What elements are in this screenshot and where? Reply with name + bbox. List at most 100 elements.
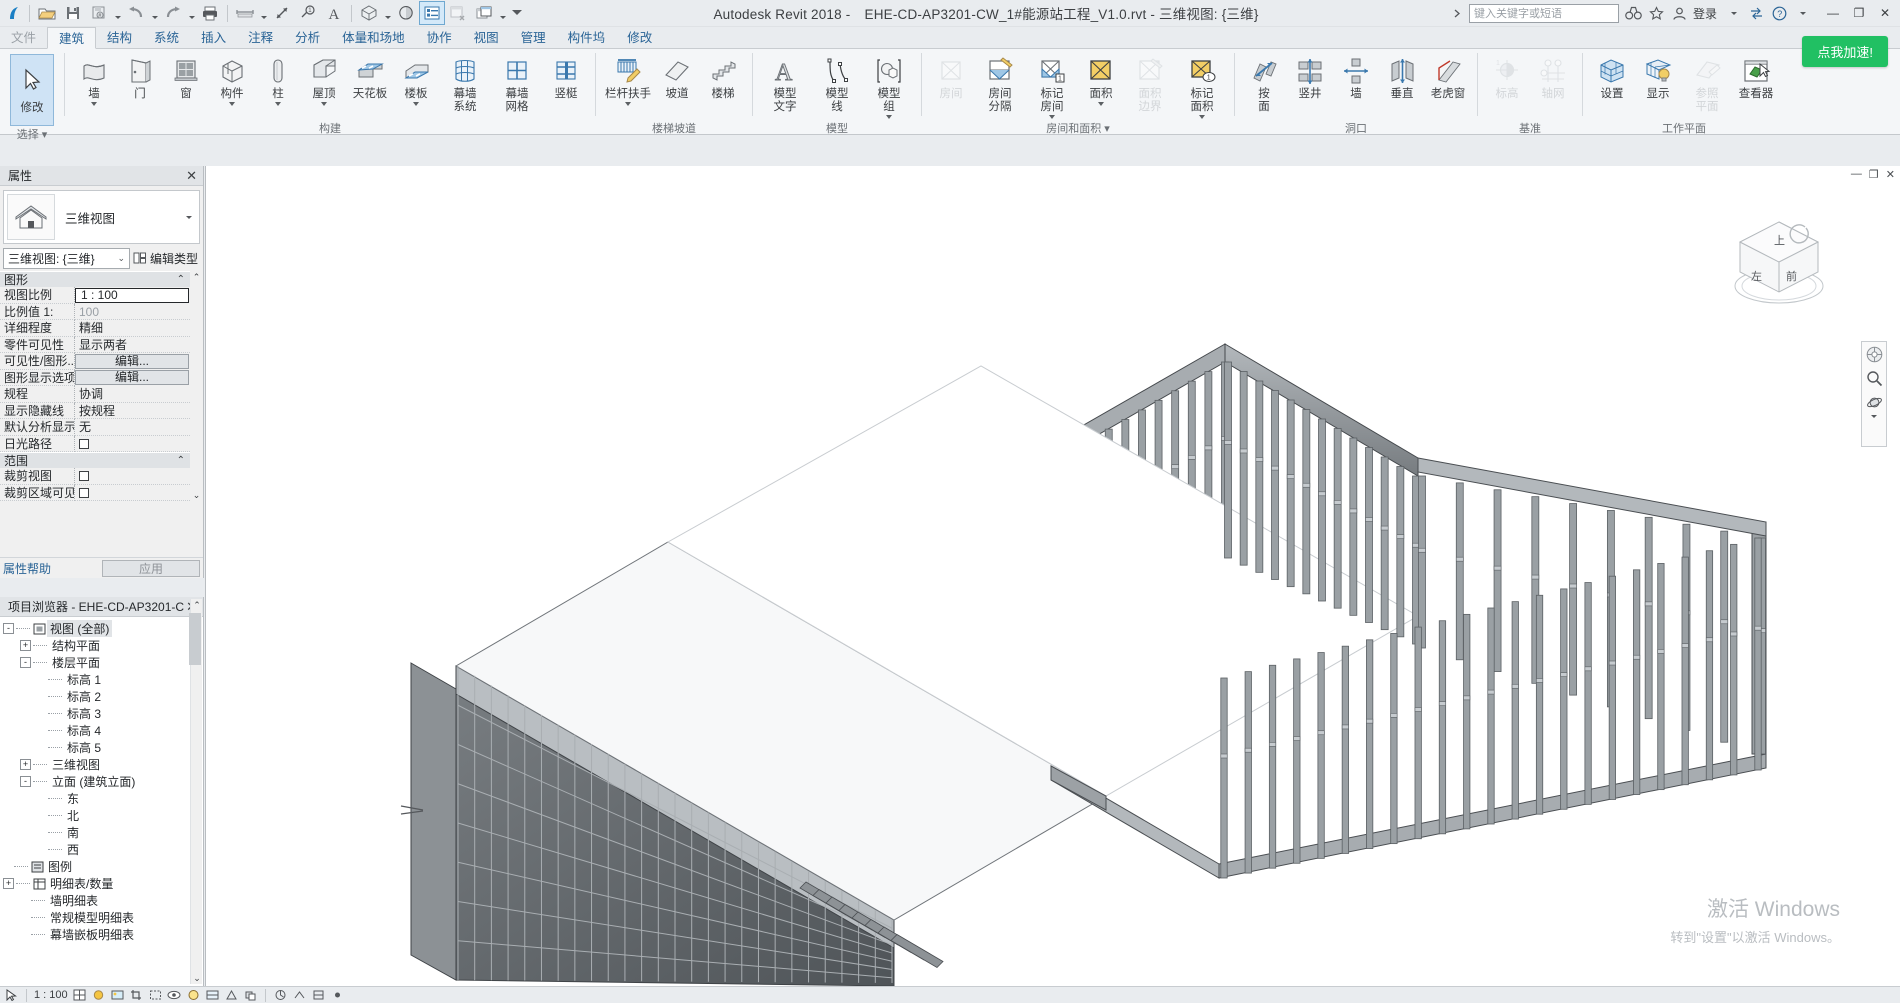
command-opening-0[interactable]: 按 面: [1241, 52, 1287, 115]
command-build-10[interactable]: 竖梃: [543, 52, 589, 110]
user-icon[interactable]: [1668, 2, 1691, 25]
crop-icon[interactable]: [129, 988, 144, 1003]
ribbon-tab-8[interactable]: 协作: [416, 26, 463, 48]
customize-qat-icon[interactable]: [508, 1, 526, 25]
command-dropdown-icon[interactable]: [886, 115, 892, 119]
command-build-6[interactable]: 天花板: [347, 52, 393, 110]
tree-expander-icon[interactable]: -: [20, 776, 31, 787]
properties-help-link[interactable]: 属性帮助: [0, 560, 51, 577]
nav-dropdown-icon[interactable]: [1871, 415, 1877, 436]
ribbon-tab-7[interactable]: 体量和场地: [331, 26, 416, 48]
status-extra-icon-2[interactable]: [292, 988, 307, 1003]
browser-scrollbar[interactable]: ⌃ ⌄: [189, 599, 202, 984]
tree-item-10[interactable]: 东: [0, 790, 203, 807]
save-as-dropdown[interactable]: [112, 1, 123, 25]
property-value[interactable]: 按规程: [75, 403, 190, 419]
command-opening-3[interactable]: 垂直: [1379, 52, 1425, 110]
reveal-hidden-icon[interactable]: [186, 988, 201, 1003]
property-value[interactable]: 协调: [75, 386, 190, 403]
highlight-displacement-icon[interactable]: [243, 988, 258, 1003]
sign-in-label[interactable]: 登录: [1691, 5, 1722, 22]
temporary-hide-icon[interactable]: [167, 988, 182, 1003]
command-room-area-2[interactable]: 1 标记 房间: [1026, 52, 1078, 120]
measure-dropdown[interactable]: [258, 1, 269, 25]
aligned-dimension-icon[interactable]: [269, 1, 295, 25]
drawing-canvas[interactable]: — ❐ ✕ 上 前 左 激活 Windows 转到"设置"以激活 Windows…: [205, 166, 1900, 986]
accelerate-button[interactable]: 点我加速!: [1802, 36, 1888, 67]
tree-item-18[interactable]: 幕墙嵌板明细表: [0, 926, 203, 943]
property-value[interactable]: 无: [75, 419, 190, 436]
command-dropdown-icon[interactable]: [413, 102, 419, 106]
tree-item-15[interactable]: + 明细表/数量: [0, 875, 203, 892]
tree-expander-icon[interactable]: +: [20, 640, 31, 651]
command-dropdown-icon[interactable]: [321, 102, 327, 106]
signin-caret-icon[interactable]: [1722, 2, 1745, 25]
binoculars-icon[interactable]: [1622, 2, 1645, 25]
close-button[interactable]: ✕: [1872, 2, 1898, 24]
command-opening-2[interactable]: 墙: [1333, 52, 1379, 110]
command-build-7[interactable]: 楼板: [393, 52, 439, 110]
command-room-area-1[interactable]: 房间 分隔: [974, 52, 1026, 115]
tree-item-9[interactable]: - 立面 (建筑立面): [0, 773, 203, 790]
ribbon-tab-6[interactable]: 分析: [284, 26, 331, 48]
tree-item-6[interactable]: 标高 4: [0, 722, 203, 739]
undo-icon[interactable]: [123, 1, 149, 25]
command-work-plane-1[interactable]: 显示: [1635, 52, 1681, 110]
ribbon-tab-9[interactable]: 视图: [463, 26, 510, 48]
ribbon-tab-12[interactable]: 修改: [616, 26, 663, 48]
command-build-1[interactable]: 门: [117, 52, 163, 110]
hide-crop-icon[interactable]: [148, 988, 163, 1003]
tree-item-8[interactable]: + 三维视图: [0, 756, 203, 773]
tree-item-2[interactable]: - 楼层平面: [0, 654, 203, 671]
tree-item-14[interactable]: 图例: [0, 858, 203, 875]
switch-windows-dropdown[interactable]: [497, 1, 508, 25]
property-group-0[interactable]: 图形 ⌃: [0, 271, 203, 287]
property-group-1[interactable]: 范围 ⌃: [0, 452, 203, 468]
property-value[interactable]: [75, 436, 190, 452]
property-edit-button[interactable]: 编辑...: [75, 370, 189, 386]
tree-item-17[interactable]: 常规模型明细表: [0, 909, 203, 926]
command-model-2[interactable]: 模型 组: [863, 52, 915, 120]
command-room-area-3[interactable]: 面积: [1078, 52, 1124, 110]
redo-icon[interactable]: [160, 1, 186, 25]
tree-expander-icon[interactable]: -: [20, 657, 31, 668]
redo-dropdown[interactable]: [186, 1, 197, 25]
tree-item-11[interactable]: 北: [0, 807, 203, 824]
properties-scrollbar[interactable]: ⌃ ⌄: [190, 271, 203, 501]
command-model-0[interactable]: A 模型 文字: [759, 52, 811, 115]
tree-item-3[interactable]: 标高 1: [0, 671, 203, 688]
search-caret-icon[interactable]: [1446, 2, 1469, 25]
property-edit-button[interactable]: 编辑...: [75, 353, 189, 369]
command-dropdown-icon[interactable]: [229, 102, 235, 106]
three-dimensional-model-view[interactable]: [206, 166, 1900, 986]
steering-wheel-icon[interactable]: [1866, 346, 1883, 363]
help-icon[interactable]: ?: [1768, 2, 1791, 25]
tag-icon[interactable]: 1: [295, 1, 321, 25]
star-icon[interactable]: [1645, 2, 1668, 25]
tree-item-16[interactable]: 墙明细表: [0, 892, 203, 909]
close-hidden-windows-icon[interactable]: [445, 1, 471, 25]
thin-lines-icon[interactable]: [419, 1, 445, 25]
text-icon[interactable]: A: [321, 1, 347, 25]
3d-view-dropdown[interactable]: [382, 1, 393, 25]
orbit-icon[interactable]: [1866, 394, 1883, 411]
revit-logo-icon[interactable]: [3, 1, 25, 25]
command-dropdown-icon[interactable]: [275, 102, 281, 106]
exchange-icon[interactable]: [1745, 2, 1768, 25]
properties-close-icon[interactable]: ✕: [184, 168, 199, 184]
tree-item-5[interactable]: 标高 3: [0, 705, 203, 722]
section-icon[interactable]: [393, 1, 419, 25]
command-modify[interactable]: 修改: [10, 54, 54, 126]
property-value[interactable]: [75, 485, 190, 501]
undo-dropdown[interactable]: [149, 1, 160, 25]
property-type-dropdown-icon[interactable]: [181, 215, 197, 219]
command-work-plane-0[interactable]: 设置: [1589, 52, 1635, 110]
measure-icon[interactable]: [232, 1, 258, 25]
command-dropdown-icon[interactable]: [1098, 102, 1104, 106]
command-build-8[interactable]: 幕墙 系统: [439, 52, 491, 115]
search-input[interactable]: 键入关键字或短语: [1468, 3, 1619, 23]
command-room-area-5[interactable]: 1 标记 面积: [1176, 52, 1228, 120]
restore-button[interactable]: ❐: [1846, 2, 1872, 24]
command-dropdown-icon[interactable]: [625, 102, 631, 106]
tree-item-12[interactable]: 南: [0, 824, 203, 841]
